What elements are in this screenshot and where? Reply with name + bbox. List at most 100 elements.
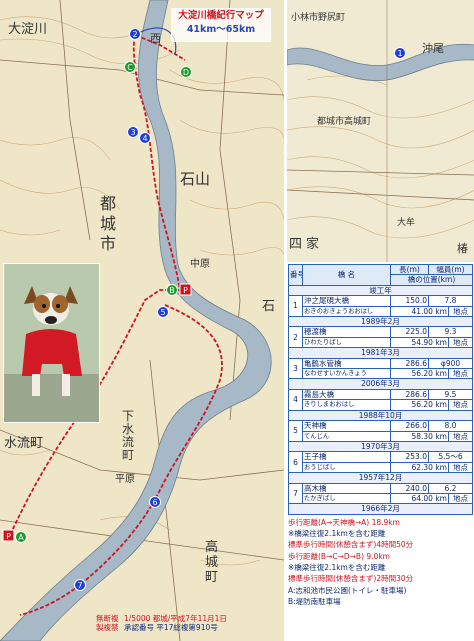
inset-marker-1[interactable]: 1 (394, 47, 406, 59)
marker-6[interactable]: 6 (149, 496, 161, 508)
table-row: たかぎばし 64.00 km 地点 (289, 492, 474, 505)
table-row: きりしまおおはし 56.20 km 地点 (289, 399, 474, 411)
note-included-2: ※橋梁往復2.1kmを含む距離 (288, 562, 386, 572)
map-title-box: 大淀川橋紀行マップ 41km〜65km (171, 8, 271, 42)
inset-label-okio: 沖尾 (422, 42, 444, 55)
bridge-km: 56.20 km (390, 368, 449, 380)
bridge-number: 1 (288, 295, 303, 318)
bridge-km: 62.30 km (390, 461, 449, 474)
bridge-number: 4 (288, 388, 303, 411)
table-row: 6 王子橋 253.0 5.5〜6 (288, 451, 474, 474)
table-row: 2 穂渡橋 225.0 9.3 (288, 326, 474, 349)
dog-photo (3, 263, 100, 423)
inset-label-omu: 大牟 (397, 218, 416, 228)
bridge-year: 1981年3月 (287, 347, 474, 359)
bridge-year: 1989年2月 (287, 316, 474, 328)
table-row: なわせすいかんきょう 56.20 km 地点 (289, 368, 474, 380)
svg-text:P: P (183, 286, 188, 295)
route-notes: 歩行距離(A→天神橋→A) 18.9km ※橋梁往復2.1kmを含む距離 標準歩… (288, 517, 472, 607)
bridge-length: 286.6 (390, 388, 429, 401)
bridge-unit: 地点 (447, 399, 474, 411)
footer-label-1: 無断複 (96, 614, 119, 623)
bridge-year: 1966年2月 (287, 503, 474, 515)
bridge-kana: ひわたりばし (302, 336, 391, 349)
page: 大淀川 西 都 城 市 石山 下水流町 水流町 高城町 平原 中原 石 2 C … (0, 0, 474, 641)
bridge-name: 亀鶴水管橋 (302, 357, 391, 370)
bridge-km: 56.20 km (390, 399, 449, 411)
marker-b[interactable]: B (166, 284, 178, 296)
marker-c[interactable]: C (124, 61, 136, 73)
bridge-name: 高木橋 (302, 482, 391, 494)
header-name: 橋 名 (302, 264, 391, 286)
bridge-kana: おうじばし (302, 461, 391, 474)
table-row: 1 沖之尾硯大橋 150.0 7.8 (288, 295, 474, 318)
svg-text:C: C (127, 63, 133, 72)
footer-text-2: 承認番号 平17総複第910号 (124, 623, 218, 632)
bridge-number: 6 (288, 451, 303, 474)
bridge-year: 1970年3月 (287, 440, 474, 453)
note-park-b: B:堤防南駐車場 (288, 596, 341, 606)
table-row: 2006年3月 (287, 378, 474, 390)
bridge-width: 9.3 (427, 326, 474, 338)
bridge-kana: きりしまおおはし (302, 399, 391, 411)
bridge-year: 1957年12月 (287, 472, 474, 484)
note-distance-1: 歩行距離(A→天神橋→A) 18.9km (288, 517, 400, 527)
table-row: 1988年10月 (287, 409, 474, 422)
svg-text:2: 2 (132, 30, 137, 39)
note-park-a: A:志和池市民公園(トイレ・駐車場) (288, 585, 407, 595)
footer-label-2: 製複禁 (96, 623, 119, 632)
inset-map-canvas: 1 (287, 0, 474, 262)
svg-text:B: B (169, 286, 175, 295)
map-footer: 無断複 1/5000 都城/平成7年11月1日 製複禁 承認番号 平17総複第910… (96, 614, 284, 632)
bridge-name: 霧島大橋 (302, 388, 391, 401)
bridge-name: 天神橋 (302, 420, 391, 432)
note-distance-2: 歩行距離(B→C→D→B) 9.0km (288, 551, 390, 561)
bridge-number: 3 (288, 357, 303, 380)
marker-3[interactable]: 3 (127, 126, 139, 138)
bridge-unit: 地点 (447, 305, 474, 318)
inset-label-takajo: 都城市高城町 (317, 117, 372, 127)
bridge-unit: 地点 (447, 368, 474, 380)
bridge-unit: 地点 (447, 461, 474, 474)
bridge-width: 8.0 (427, 420, 474, 432)
bridge-table: 番号 橋 名 長(m) 幅員(m) 橋の位置(km) 竣工年 1沖之尾硯大橋15… (287, 263, 474, 515)
bridge-length: 150.0 (390, 295, 429, 307)
marker-5[interactable]: 5 (157, 306, 169, 318)
bridge-width: 6.2 (427, 482, 474, 494)
table-row: 3 亀鶴水管橋 286.6 φ900 (288, 357, 474, 380)
bridge-width: 5.5〜6 (427, 451, 474, 463)
bridge-length: 286.6 (390, 357, 429, 370)
inset-map[interactable]: 1 小林市野尻町 沖尾 都城市高城町 四家 大牟 椿 (286, 0, 474, 262)
bridge-kana: てんじん (302, 430, 391, 442)
inset-river (287, 43, 474, 82)
marker-a[interactable]: A (15, 531, 27, 543)
bridge-name: 王子橋 (302, 451, 391, 463)
note-included-1: ※橋梁往復2.1kmを含む距離 (288, 529, 386, 539)
header-width: 幅員(m) (427, 263, 474, 276)
bridge-width: 7.8 (427, 295, 474, 307)
bridge-rows: 1 沖之尾硯大橋 150.0 7.8 おきのおきょうおおはし 41.00 km 地点 1989… (287, 295, 474, 515)
svg-text:4: 4 (142, 134, 147, 143)
marker-2[interactable]: 2 (129, 28, 141, 40)
svg-text:6: 6 (152, 498, 157, 507)
header-completion: 竣工年 (287, 284, 474, 297)
bridge-year: 1988年10月 (287, 409, 474, 422)
table-row: 1970年3月 (287, 440, 474, 453)
parking-marker-b[interactable]: P (179, 283, 192, 296)
table-row: 4 霧島大橋 286.6 9.5 (288, 388, 474, 411)
svg-text:3: 3 (130, 128, 135, 137)
parking-marker-a[interactable]: P (2, 529, 15, 542)
inset-road-2 (287, 189, 474, 201)
marker-7[interactable]: 7 (74, 579, 86, 591)
svg-text:5: 5 (160, 308, 165, 317)
bridge-length: 266.0 (390, 420, 429, 432)
bridge-number: 5 (288, 420, 303, 442)
marker-d[interactable]: D (180, 66, 192, 78)
map-subtitle: 41km〜65km (186, 24, 256, 35)
header-location: 橋の位置(km) (389, 274, 474, 286)
bridge-kana: たかぎばし (302, 492, 391, 505)
table-row: おきのおきょうおおはし 41.00 km 地点 (289, 305, 474, 318)
note-time-2: 標準歩行時間(休憩含まず)2時間30分 (288, 574, 414, 584)
marker-4[interactable]: 4 (139, 132, 151, 144)
bridge-number: 7 (288, 482, 303, 505)
